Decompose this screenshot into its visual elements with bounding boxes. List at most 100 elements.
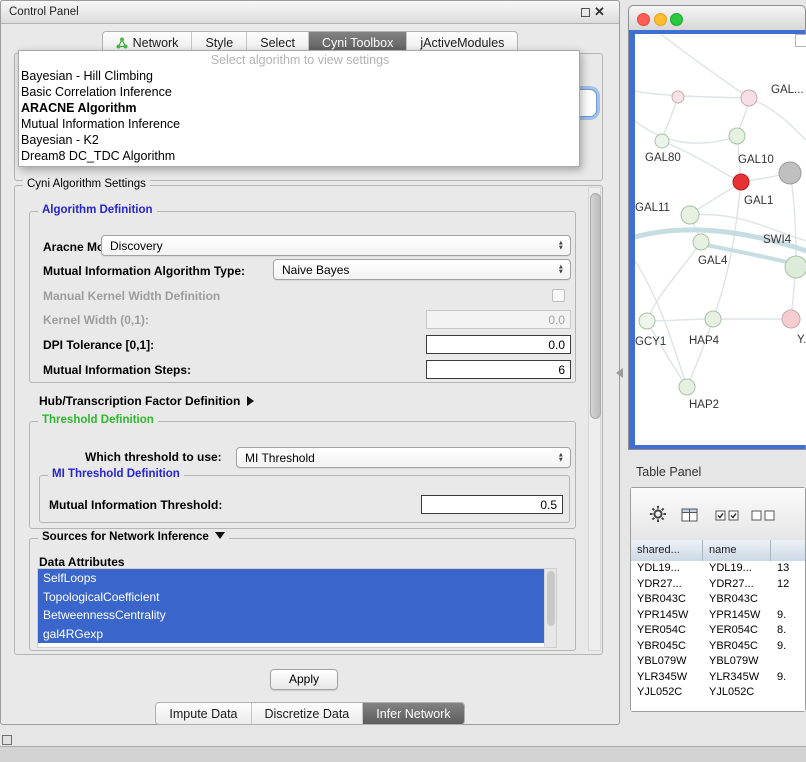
checked-boxes-icon[interactable] <box>715 509 741 522</box>
cell[interactable]: YER054C <box>709 623 758 639</box>
network-view-window: GAL... GAL80 GAL10 GAL11 GAL1 SWI4 GAL4 … <box>628 5 806 450</box>
dropdown-item[interactable]: Mutual Information Inference <box>19 116 579 132</box>
sources-header[interactable]: Sources for Network Inference <box>38 531 229 543</box>
cell[interactable]: YBL079W <box>709 654 759 670</box>
network-node[interactable] <box>741 90 757 106</box>
columns-icon[interactable] <box>681 507 699 523</box>
kernel-width-label: Kernel Width (0,1): <box>43 313 149 327</box>
cell[interactable]: YDL19... <box>637 561 680 577</box>
mi-threshold-field[interactable] <box>421 495 563 514</box>
unchecked-boxes-icon[interactable] <box>751 509 777 522</box>
zoom-traffic-light[interactable] <box>670 13 683 26</box>
canvas-scrollbar-stub[interactable] <box>795 34 806 47</box>
network-node[interactable] <box>729 128 745 144</box>
float-window-icon[interactable] <box>581 8 590 17</box>
dropdown-item-selected[interactable]: ARACNE Algorithm <box>19 100 579 116</box>
tab-infer-network[interactable]: Infer Network <box>362 703 463 724</box>
cell[interactable]: YPR145W <box>709 608 760 624</box>
network-node[interactable] <box>779 162 801 184</box>
tab-label: Discretize Data <box>265 707 350 721</box>
cell[interactable]: YBR045C <box>637 639 686 655</box>
cell[interactable]: 9. <box>777 670 786 686</box>
cell[interactable]: YJL052C <box>709 685 754 701</box>
restore-panel-icon[interactable] <box>2 735 12 745</box>
cell[interactable]: YLR345W <box>709 670 759 686</box>
column-header[interactable] <box>771 540 806 561</box>
cell[interactable]: YBL079W <box>637 654 687 670</box>
cell[interactable]: 13 <box>777 561 789 577</box>
network-node[interactable] <box>679 379 695 395</box>
panel-collapse-arrow[interactable] <box>616 368 623 378</box>
cell[interactable]: YJL052C <box>637 685 682 701</box>
table-row[interactable]: YJL052C YJL052C <box>631 685 805 701</box>
expanded-arrow-icon <box>215 532 225 539</box>
network-node[interactable] <box>705 311 721 327</box>
table-row[interactable]: YBL079W YBL079W <box>631 654 805 670</box>
hub-definition-header[interactable]: Hub/Transcription Factor Definition <box>39 394 254 408</box>
status-strip <box>0 746 806 762</box>
list-item-selected[interactable]: TopologicalCoefficient <box>38 588 545 607</box>
dropdown-item[interactable]: Bayesian - K2 <box>19 132 579 148</box>
dropdown-item[interactable]: Dream8 DC_TDC Algorithm <box>19 148 579 164</box>
cell[interactable]: YPR145W <box>637 608 688 624</box>
network-node[interactable] <box>693 234 709 250</box>
node-label: HAP4 <box>689 335 720 347</box>
cell[interactable]: 9. <box>777 639 786 655</box>
tab-label: jActiveModules <box>420 36 504 50</box>
apply-button[interactable]: Apply <box>270 669 338 690</box>
network-window-titlebar <box>629 6 805 31</box>
node-label: Y... <box>797 334 806 346</box>
cell[interactable]: YDR27... <box>637 577 682 593</box>
table-row[interactable]: YDR27... YDR27... 12 <box>631 577 805 593</box>
minimize-traffic-light[interactable] <box>654 13 667 26</box>
table-row[interactable]: YBR043C YBR043C <box>631 592 805 608</box>
network-canvas[interactable]: GAL... GAL80 GAL10 GAL11 GAL1 SWI4 GAL4 … <box>635 34 806 445</box>
which-threshold-label: Which threshold to use: <box>85 450 222 464</box>
list-item-selected[interactable]: SelfLoops <box>38 569 545 588</box>
list-item-selected[interactable]: gal4RGexp <box>38 625 545 644</box>
dropdown-item[interactable]: Bayesian - Hill Climbing <box>19 68 579 84</box>
tab-discretize-data[interactable]: Discretize Data <box>251 703 363 724</box>
table-row[interactable]: YPR145W YPR145W 9. <box>631 608 805 624</box>
aracne-mode-combo[interactable]: Discovery ▲▼ <box>101 235 571 256</box>
cell[interactable]: YDR27... <box>709 577 754 593</box>
cell[interactable]: YBR043C <box>637 592 686 608</box>
column-header[interactable]: shared... <box>631 540 703 561</box>
manual-kernel-checkbox <box>552 289 565 302</box>
table-row[interactable]: YLR345W YLR345W 9. <box>631 670 805 686</box>
network-node[interactable] <box>733 174 749 190</box>
cell[interactable]: YLR345W <box>637 670 687 686</box>
network-node[interactable] <box>785 256 806 278</box>
table-row[interactable]: YBR045C YBR045C 9. <box>631 639 805 655</box>
table-row[interactable]: YDL19... YDL19... 13 <box>631 561 805 577</box>
cell[interactable]: YBR045C <box>709 639 758 655</box>
dropdown-placeholder: Select algorithm to view settings <box>19 52 579 68</box>
cell[interactable]: YDL19... <box>709 561 752 577</box>
which-threshold-combo[interactable]: MI Threshold ▲▼ <box>236 447 571 468</box>
cell[interactable]: 12 <box>777 577 789 593</box>
tab-impute-data[interactable]: Impute Data <box>156 703 250 724</box>
network-node[interactable] <box>639 313 655 329</box>
table-row[interactable]: YER054C YER054C 8. <box>631 623 805 639</box>
cell[interactable]: 8. <box>777 623 786 639</box>
network-node[interactable] <box>782 310 800 328</box>
close-traffic-light[interactable] <box>637 13 650 26</box>
network-canvas-bg: GAL... GAL80 GAL10 GAL11 GAL1 SWI4 GAL4 … <box>635 34 806 445</box>
gear-icon[interactable] <box>649 505 667 523</box>
network-node[interactable] <box>681 206 699 224</box>
cell[interactable]: YER054C <box>637 623 686 639</box>
cell[interactable]: YBR043C <box>709 592 758 608</box>
mi-type-combo[interactable]: Naive Bayes ▲▼ <box>273 259 571 280</box>
dpi-tolerance-field[interactable] <box>426 335 571 354</box>
column-header[interactable]: name <box>703 540 771 561</box>
list-scrollbar-thumb[interactable] <box>547 571 555 626</box>
close-icon[interactable]: ✕ <box>594 3 605 21</box>
cell[interactable]: 9. <box>777 608 786 624</box>
network-node[interactable] <box>655 134 669 148</box>
list-item-selected[interactable]: BetweennessCentrality <box>38 606 545 625</box>
attributes-list: SelfLoops TopologicalCoefficient Between… <box>37 568 557 648</box>
mi-steps-field[interactable] <box>426 360 571 379</box>
network-node[interactable] <box>672 91 684 103</box>
settings-scrollbar-thumb[interactable] <box>590 193 601 419</box>
dropdown-item[interactable]: Basic Correlation Inference <box>19 84 579 100</box>
